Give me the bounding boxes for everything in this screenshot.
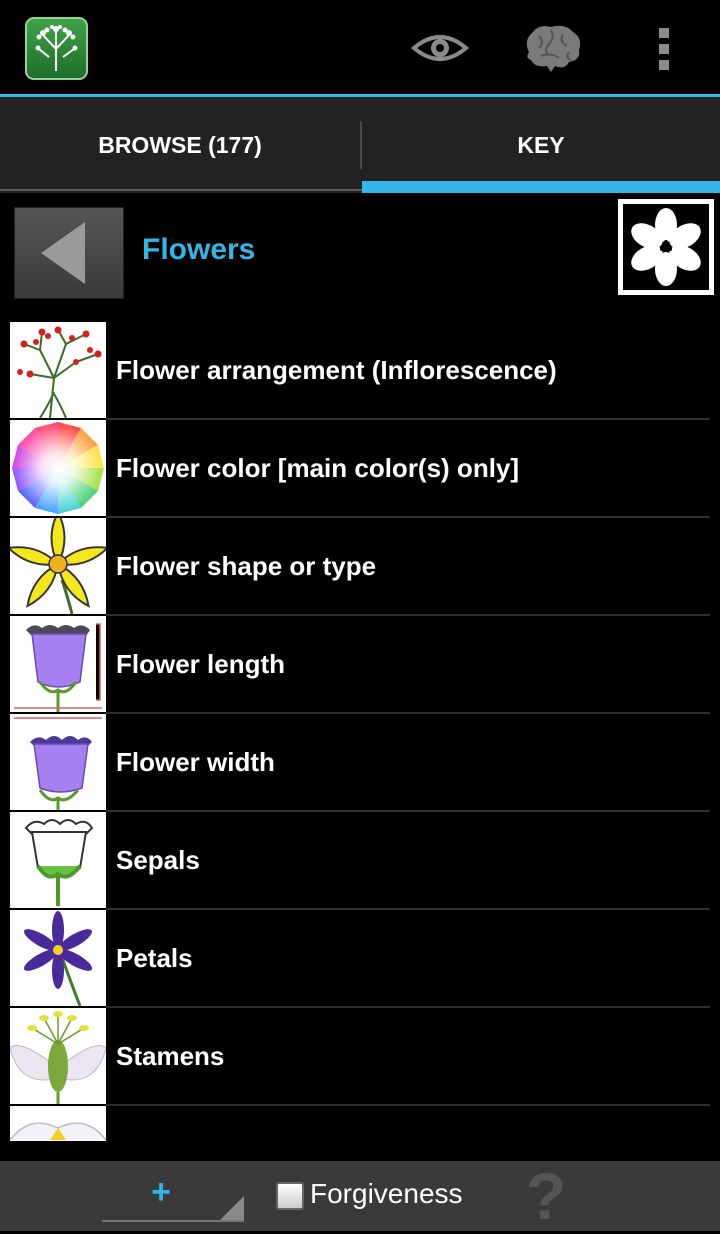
- list-item-label: Flower length: [116, 648, 285, 679]
- color-wheel-icon: [10, 420, 106, 516]
- tab-selected-indicator: [362, 181, 720, 193]
- list-item-stamens[interactable]: Stamens: [10, 1008, 710, 1106]
- list-item-label: Stamens: [116, 1040, 225, 1071]
- list-item-petals[interactable]: Petals: [10, 910, 710, 1008]
- list-item-inflorescence[interactable]: Flower arrangement (Inflorescence): [10, 322, 710, 420]
- overflow-menu-icon[interactable]: [648, 22, 680, 74]
- petals-icon: [10, 910, 106, 1006]
- tab-bar: BROWSE (177) KEY: [0, 97, 720, 193]
- yellow-flower-icon: [10, 518, 106, 614]
- stamens-icon: [10, 1008, 106, 1104]
- tab-browse[interactable]: BROWSE (177): [0, 97, 360, 193]
- white-flower-icon: [631, 208, 701, 286]
- add-icon: +: [151, 1172, 171, 1211]
- header-thumbnail: [618, 199, 714, 295]
- list-item-flower-width[interactable]: Flower width: [10, 714, 710, 812]
- spinner-corner-icon: [220, 1196, 244, 1220]
- list-item-partial[interactable]: [10, 1106, 710, 1141]
- list-item-label: Flower width: [116, 746, 275, 777]
- forgiveness-label[interactable]: Forgiveness: [310, 1178, 463, 1210]
- bottom-bar: + Forgiveness ?: [0, 1159, 720, 1233]
- partial-flower-icon: [10, 1106, 106, 1141]
- bell-flower-length-icon: [10, 616, 106, 712]
- back-button[interactable]: [14, 207, 124, 299]
- character-list: Flower arrangement (Inflorescence) Flowe…: [10, 322, 710, 1141]
- triangle-left-icon: [41, 222, 85, 284]
- page-title: Flowers: [142, 233, 256, 266]
- list-item-label: Flower shape or type: [116, 550, 377, 581]
- add-spinner[interactable]: +: [102, 1161, 244, 1223]
- list-item-sepals[interactable]: Sepals: [10, 812, 710, 910]
- inflorescence-icon: [10, 322, 106, 418]
- sepals-icon: [10, 812, 106, 908]
- list-item-label: Flower color [main color(s) only]: [116, 452, 520, 483]
- list-item-flower-color[interactable]: Flower color [main color(s) only]: [10, 420, 710, 518]
- tab-underline: [0, 189, 362, 191]
- bell-flower-width-icon: [10, 714, 106, 810]
- list-item-flower-shape[interactable]: Flower shape or type: [10, 518, 710, 616]
- flower-cluster-icon[interactable]: [25, 17, 88, 80]
- help-icon[interactable]: ?: [516, 1159, 576, 1233]
- forgiveness-checkbox[interactable]: [276, 1182, 304, 1210]
- list-item-label: Flower arrangement (Inflorescence): [116, 354, 557, 385]
- list-item-flower-length[interactable]: Flower length: [10, 616, 710, 714]
- spinner-underline: [102, 1220, 244, 1222]
- eye-icon[interactable]: [410, 26, 470, 70]
- action-bar: [0, 0, 720, 94]
- brain-icon[interactable]: [521, 22, 583, 74]
- list-item-label: Petals: [116, 942, 193, 973]
- tab-key[interactable]: KEY: [362, 97, 720, 193]
- list-item-label: Sepals: [116, 844, 200, 875]
